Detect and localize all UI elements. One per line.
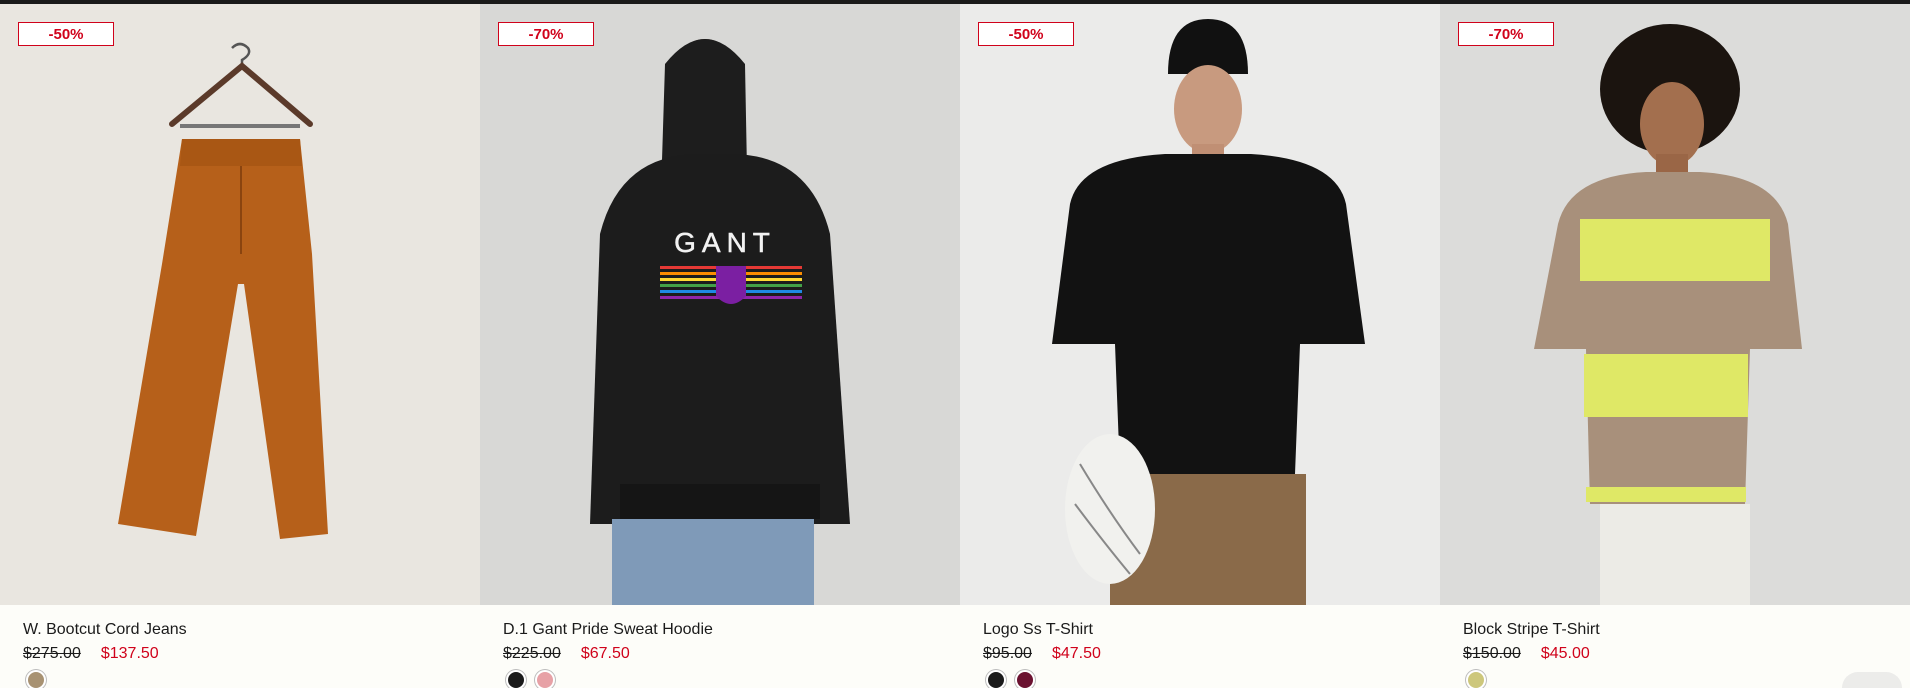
- product-name[interactable]: Logo Ss T-Shirt: [983, 621, 1093, 639]
- color-swatch[interactable]: [537, 672, 553, 688]
- price-row: $225.00 $67.50: [503, 645, 630, 663]
- color-swatches: [508, 672, 553, 688]
- product-image[interactable]: [1440, 4, 1910, 605]
- original-price: $95.00: [983, 645, 1032, 662]
- color-swatch[interactable]: [1017, 672, 1033, 688]
- price-row: $275.00 $137.50: [23, 645, 159, 663]
- product-card[interactable]: -50% W. Bootcut Cord Jeans $275.00 $137.…: [0, 4, 480, 688]
- original-price: $275.00: [23, 645, 81, 662]
- product-image[interactable]: [960, 4, 1440, 605]
- sale-price: $137.50: [100, 645, 159, 662]
- color-swatch[interactable]: [1468, 672, 1484, 688]
- product-card[interactable]: GANT -70% D.1 Gant Pride Sweat Hoodie $2…: [480, 4, 960, 688]
- color-swatch[interactable]: [28, 672, 44, 688]
- color-swatches: [28, 672, 44, 688]
- sale-price: $47.50: [1051, 645, 1101, 662]
- original-price: $225.00: [503, 645, 561, 662]
- product-card[interactable]: -50% Logo Ss T-Shirt $95.00 $47.50: [960, 4, 1440, 688]
- color-swatch[interactable]: [988, 672, 1004, 688]
- product-name[interactable]: Block Stripe T-Shirt: [1463, 621, 1600, 639]
- color-swatch[interactable]: [508, 672, 524, 688]
- discount-badge: -70%: [498, 22, 594, 46]
- product-image[interactable]: GANT: [480, 4, 960, 605]
- color-swatches: [988, 672, 1033, 688]
- floating-action-hint[interactable]: [1842, 672, 1902, 688]
- product-image[interactable]: [0, 4, 480, 605]
- sale-price: $67.50: [580, 645, 630, 662]
- color-swatches: [1468, 672, 1484, 688]
- product-card[interactable]: -70% Block Stripe T-Shirt $150.00 $45.00: [1440, 4, 1910, 688]
- discount-badge: -50%: [978, 22, 1074, 46]
- product-name[interactable]: D.1 Gant Pride Sweat Hoodie: [503, 621, 713, 639]
- original-price: $150.00: [1463, 645, 1521, 662]
- sale-price: $45.00: [1540, 645, 1590, 662]
- gant-logo-text: GANT: [674, 227, 776, 258]
- product-name[interactable]: W. Bootcut Cord Jeans: [23, 621, 187, 639]
- product-grid: -50% W. Bootcut Cord Jeans $275.00 $137.…: [0, 0, 1910, 688]
- price-row: $150.00 $45.00: [1463, 645, 1590, 663]
- price-row: $95.00 $47.50: [983, 645, 1101, 663]
- discount-badge: -50%: [18, 22, 114, 46]
- discount-badge: -70%: [1458, 22, 1554, 46]
